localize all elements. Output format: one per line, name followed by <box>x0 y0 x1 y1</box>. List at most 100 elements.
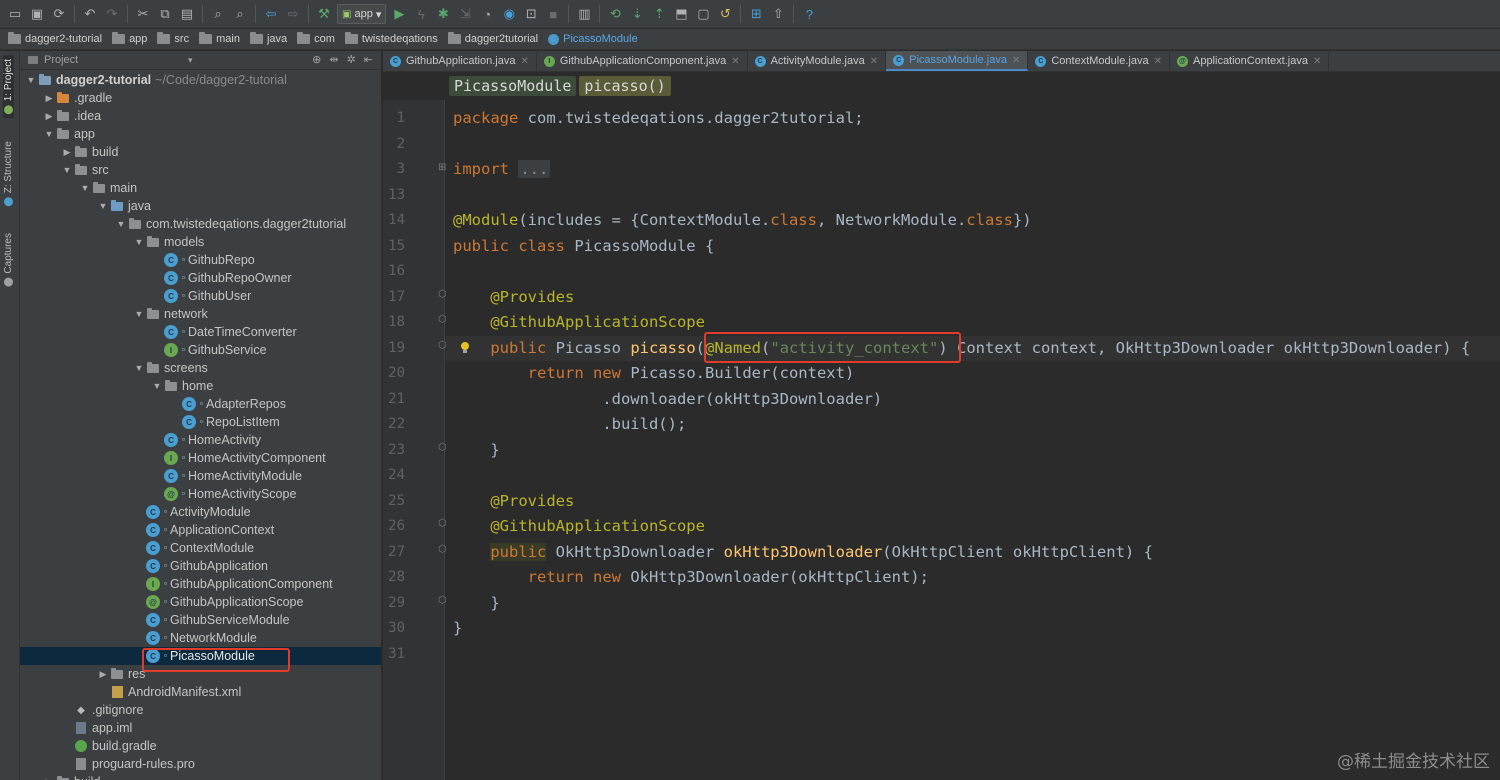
editor-breadcrumb-class[interactable]: PicassoModule <box>449 76 577 96</box>
hide-panel-icon[interactable]: ⇤ <box>364 53 373 66</box>
tab-activitymodule[interactable]: C ActivityModule.java ✕ <box>748 51 887 71</box>
tree-item[interactable]: ▼ app <box>20 125 381 143</box>
close-icon[interactable]: ✕ <box>520 56 528 67</box>
forward-icon[interactable]: ⇨ <box>282 3 304 25</box>
project-structure-icon[interactable]: ▥ <box>573 3 595 25</box>
tree-item[interactable]: Iᵒ GithubService <box>20 341 381 359</box>
tree-item[interactable]: Cᵒ NetworkModule <box>20 629 381 647</box>
chevron-right-icon[interactable]: ▶ <box>42 777 56 780</box>
chevron-down-icon[interactable]: ▼ <box>150 381 164 391</box>
tree-item[interactable]: Cᵒ GithubServiceModule <box>20 611 381 629</box>
nav-crumb-main[interactable]: main <box>199 32 240 45</box>
chevron-down-icon[interactable]: ▼ <box>42 129 56 139</box>
nav-crumb-com[interactable]: com <box>297 32 335 45</box>
chevron-down-icon[interactable]: ▼ <box>132 237 146 247</box>
open-folder-icon[interactable]: ▭ <box>4 3 26 25</box>
debug-icon[interactable]: ✱ <box>432 3 454 25</box>
chevron-down-icon[interactable]: ▼ <box>132 309 146 319</box>
tree-item[interactable]: Cᵒ ActivityModule <box>20 503 381 521</box>
run-configuration-select[interactable]: ▣ app ▾ <box>337 4 387 24</box>
tree-item[interactable]: Cᵒ GithubApplication <box>20 557 381 575</box>
editor-breadcrumb-method[interactable]: picasso() <box>579 76 671 96</box>
nav-crumb-twistedeqations[interactable]: twistedeqations <box>344 32 438 45</box>
chevron-down-icon[interactable]: ▼ <box>78 183 92 193</box>
cut-icon[interactable]: ✂ <box>132 3 154 25</box>
captures-tool-tab[interactable]: Captures <box>3 229 14 291</box>
tree-item[interactable]: Cᵒ HomeActivityModule <box>20 467 381 485</box>
tree-item[interactable]: AndroidManifest.xml <box>20 683 381 701</box>
tree-item[interactable]: ▼ dagger2-tutorial ~/Code/dagger2-tutorial <box>20 71 381 89</box>
revert-icon[interactable]: ↺ <box>714 3 736 25</box>
scroll-from-source-icon[interactable]: ⊕ <box>312 53 321 66</box>
make-project-icon[interactable]: ⚒ <box>313 3 335 25</box>
project-tool-tab[interactable]: 1: Project <box>3 55 14 119</box>
tree-item[interactable]: ▶ .gradle <box>20 89 381 107</box>
apply-changes-icon[interactable]: ϟ <box>410 3 432 25</box>
tree-item[interactable]: @ ᵒ GithubApplicationScope <box>20 593 381 611</box>
folded-imports[interactable]: ... <box>518 160 551 178</box>
tree-item[interactable]: app.iml <box>20 719 381 737</box>
tab-picassomodule[interactable]: C PicassoModule.java ✕ <box>886 51 1029 71</box>
nav-crumb-picassomodule[interactable]: C PicassoModule <box>548 33 638 45</box>
chevron-down-icon[interactable]: ▼ <box>24 75 38 85</box>
tree-item[interactable]: Cᵒ GithubUser <box>20 287 381 305</box>
help-icon[interactable]: ? <box>798 3 820 25</box>
chevron-down-icon[interactable]: ▼ <box>96 201 110 211</box>
code-editor[interactable]: package com.twistedeqations.dagger2tutor… <box>446 100 1500 780</box>
attach-debugger-icon[interactable]: ⇲ <box>454 3 476 25</box>
gear-icon[interactable]: ✲ <box>347 53 356 66</box>
tree-item[interactable]: Cᵒ ApplicationContext <box>20 521 381 539</box>
terminal-icon[interactable]: ⇧ <box>767 3 789 25</box>
tree-item[interactable]: Cᵒ ContextModule <box>20 539 381 557</box>
structure-tool-tab[interactable]: Z: Structure <box>3 137 14 210</box>
coverage-icon[interactable]: ◉ <box>498 3 520 25</box>
paste-icon[interactable]: ▤ <box>176 3 198 25</box>
tree-item[interactable]: ▶ .idea <box>20 107 381 125</box>
replace-icon[interactable]: ⌕ <box>229 3 251 25</box>
close-icon[interactable]: ✕ <box>1313 56 1321 67</box>
tree-item[interactable]: build.gradle <box>20 737 381 755</box>
chevron-right-icon[interactable]: ▶ <box>60 147 74 158</box>
close-icon[interactable]: ✕ <box>1012 55 1020 66</box>
tab-contextmodule[interactable]: C ContextModule.java ✕ <box>1028 51 1170 71</box>
tree-item[interactable]: Cᵒ GithubRepoOwner <box>20 269 381 287</box>
nav-crumb-dagger2tutorial[interactable]: dagger2tutorial <box>447 32 538 45</box>
project-view-select[interactable]: Project <box>44 54 78 66</box>
vcs-commit-icon[interactable]: ⇡ <box>648 3 670 25</box>
tree-item[interactable]: proguard-rules.pro <box>20 755 381 773</box>
attach-process-icon[interactable]: ⊡ <box>520 3 542 25</box>
chevron-down-icon[interactable]: ▼ <box>114 219 128 229</box>
back-icon[interactable]: ⇦ <box>260 3 282 25</box>
sync-gradle-icon[interactable]: ⟲ <box>604 3 626 25</box>
tree-item[interactable]: Iᵒ GithubApplicationComponent <box>20 575 381 593</box>
avd-manager-icon[interactable]: ▢ <box>692 3 714 25</box>
chevron-down-icon[interactable]: ▼ <box>132 363 146 373</box>
copy-icon[interactable]: ⧉ <box>154 3 176 25</box>
nav-crumb-app[interactable]: app <box>112 32 147 45</box>
tab-githubapplication[interactable]: C GithubApplication.java ✕ <box>383 51 537 71</box>
tree-item[interactable]: .gitignore <box>20 701 381 719</box>
sdk-manager-icon[interactable]: ⬒ <box>670 3 692 25</box>
tree-item[interactable]: ▼ screens <box>20 359 381 377</box>
chevron-down-icon[interactable]: ▼ <box>60 165 74 175</box>
tree-item[interactable]: ▼ main <box>20 179 381 197</box>
profile-icon[interactable]: ◔ <box>476 3 498 25</box>
close-icon[interactable]: ✕ <box>870 56 878 67</box>
tree-item[interactable]: Cᵒ DateTimeConverter <box>20 323 381 341</box>
tree-item[interactable]: ▶ res <box>20 665 381 683</box>
tab-githubapplicationcomponent[interactable]: I GithubApplicationComponent.java ✕ <box>537 51 748 71</box>
collapse-all-icon[interactable]: ⇹ <box>329 53 338 66</box>
save-all-icon[interactable]: ▣ <box>26 3 48 25</box>
tree-item[interactable]: Cᵒ AdapterRepos <box>20 395 381 413</box>
chevron-right-icon[interactable]: ▶ <box>96 669 110 680</box>
undo-icon[interactable]: ↶ <box>79 3 101 25</box>
nav-crumb-project[interactable]: dagger2-tutorial <box>8 32 102 45</box>
close-icon[interactable]: ✕ <box>1154 56 1162 67</box>
chevron-right-icon[interactable]: ▶ <box>42 93 56 104</box>
tab-applicationcontext[interactable]: @ ApplicationContext.java ✕ <box>1170 51 1330 71</box>
vcs-update-icon[interactable]: ⇣ <box>626 3 648 25</box>
chevron-down-icon[interactable]: ▾ <box>188 55 193 66</box>
run-icon[interactable]: ▶ <box>388 3 410 25</box>
tree-item[interactable]: @ ᵒ HomeActivityScope <box>20 485 381 503</box>
tree-item[interactable]: Cᵒ RepoListItem <box>20 413 381 431</box>
